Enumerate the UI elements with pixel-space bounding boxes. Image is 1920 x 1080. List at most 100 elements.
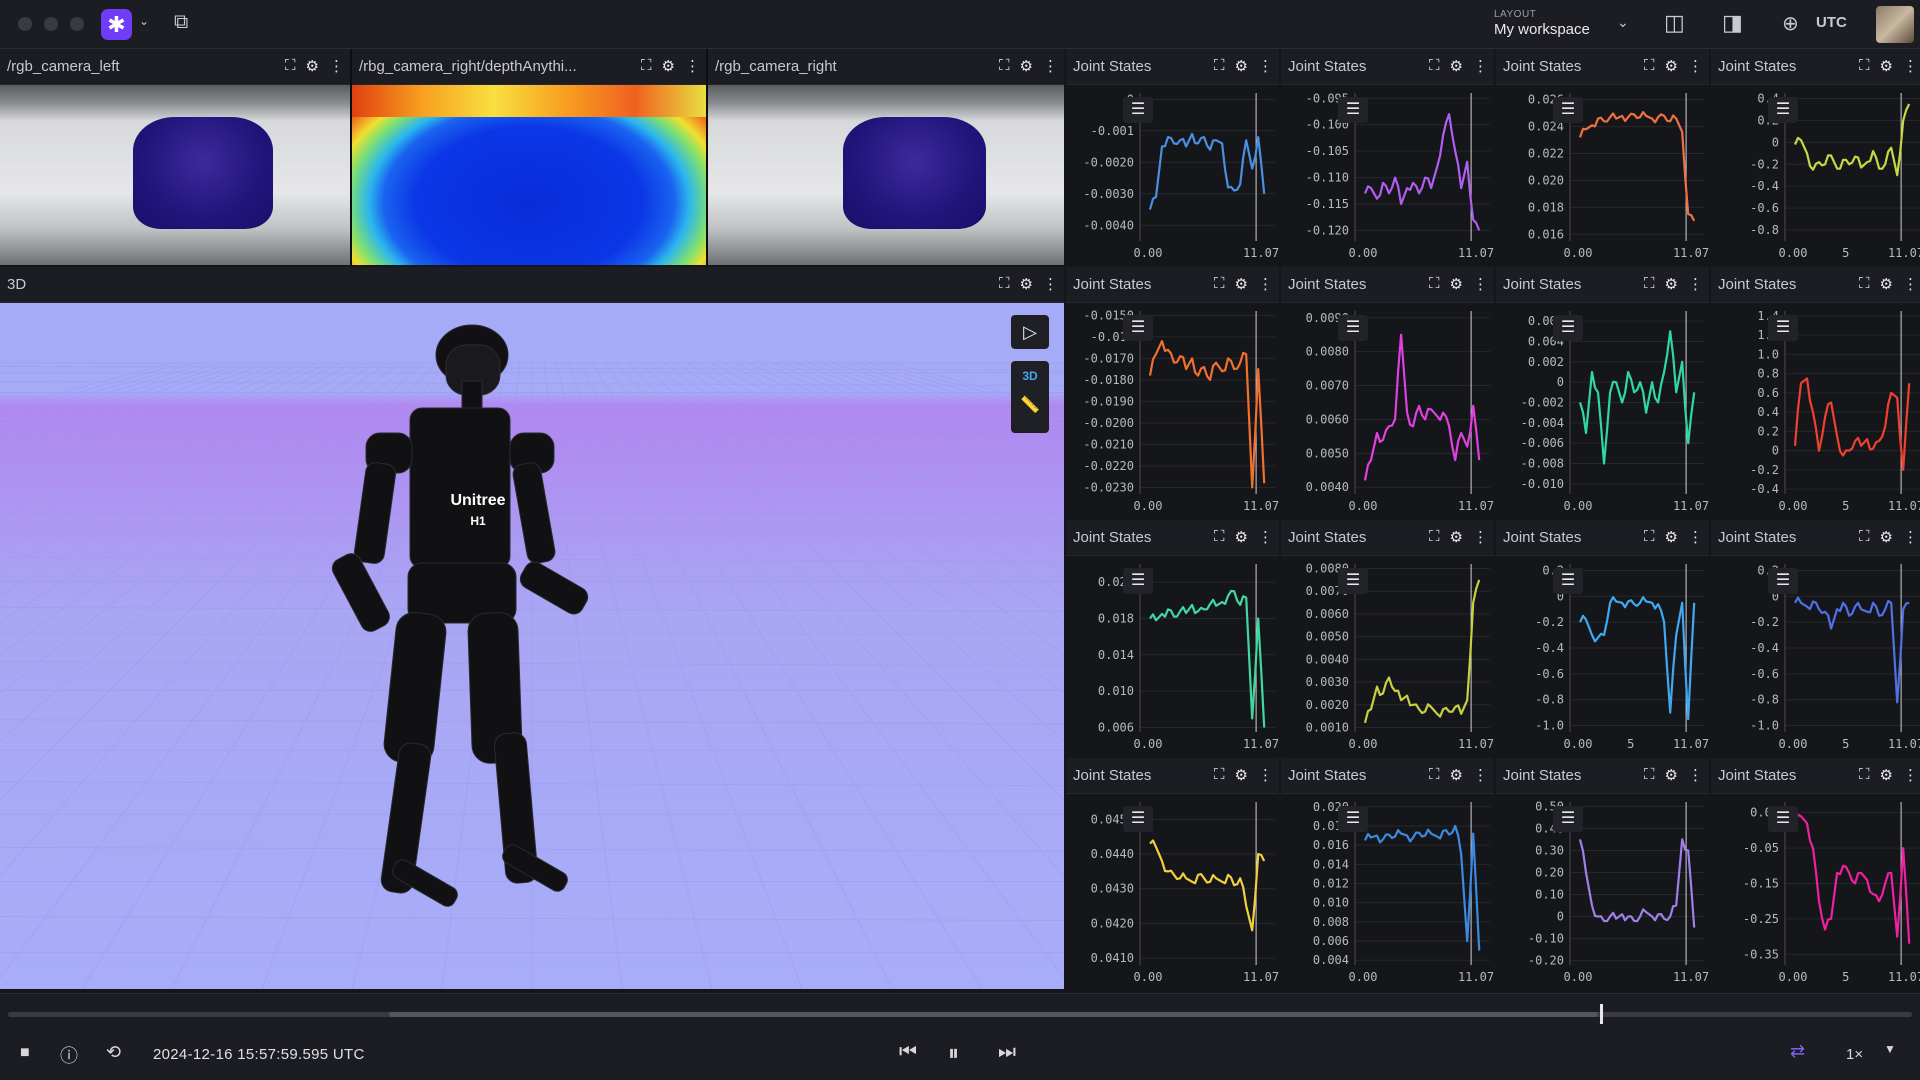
depth-image[interactable] [352,85,706,265]
ruler-icon[interactable]: 📏 [1011,395,1049,415]
fullscreen-icon[interactable]: ⛶ [1644,766,1655,784]
legend-toggle-icon[interactable]: ☰ [1553,806,1583,832]
gear-icon[interactable]: ⚙ [1020,275,1033,293]
skip-back-icon[interactable]: ⏮ [899,1041,917,1064]
plot-area[interactable]: -0.095 -0.100 -0.105 -0.110 -0.115 -0.120 0.00… [1281,85,1494,265]
legend-toggle-icon[interactable]: ☰ [1553,97,1583,123]
gear-icon[interactable]: ⚙ [1235,57,1248,75]
legend-toggle-icon[interactable]: ☰ [1123,97,1153,123]
fullscreen-icon[interactable]: ⛶ [1429,528,1440,546]
plot-area[interactable]: 0.20-0.2-0.4-0.6-0.8-1.00.00511.07☰ [1711,556,1920,756]
gear-icon[interactable]: ⚙ [1880,275,1893,293]
more-icon[interactable]: ⋮ [1043,57,1058,75]
more-icon[interactable]: ⋮ [1473,528,1488,546]
fullscreen-icon[interactable]: ⛶ [1214,275,1225,293]
pause-icon[interactable]: ⏸ [948,1040,959,1066]
window-minimize-button[interactable] [44,17,58,31]
legend-toggle-icon[interactable]: ☰ [1553,568,1583,594]
camera-image[interactable] [708,85,1064,265]
fullscreen-icon[interactable]: ⛶ [1214,528,1225,546]
plot-area[interactable]: 0.20-0.2-0.4-0.6-0.8-1.00.00511.07☰ [1496,556,1709,756]
fullscreen-icon[interactable]: ⛶ [1644,57,1655,75]
more-icon[interactable]: ⋮ [1688,275,1703,293]
left-sidebar-icon[interactable]: ◫ [1664,10,1685,36]
plot-area[interactable]: 0.022 0.018 0.014 0.010 0.006 0.00 11.07 ☰ [1066,556,1279,756]
more-icon[interactable]: ⋮ [1903,766,1918,784]
gear-icon[interactable]: ⚙ [1450,528,1463,546]
gear-icon[interactable]: ⚙ [1450,275,1463,293]
chevron-down-icon[interactable]: ⌄ [139,14,149,28]
loop-range-icon[interactable]: ⟲ [106,1042,121,1063]
gear-icon[interactable]: ⚙ [306,57,319,75]
plot-area[interactable]: 1.41.21.00.80.60.40.20-0.2-0.40.00511.07… [1711,303,1920,518]
new-window-icon[interactable]: ⧉ [174,11,188,34]
fullscreen-icon[interactable]: ⛶ [1859,57,1870,75]
fullscreen-icon[interactable]: ⛶ [1429,57,1440,75]
gear-icon[interactable]: ⚙ [1665,57,1678,75]
window-maximize-button[interactable] [70,17,84,31]
more-icon[interactable]: ⋮ [1903,275,1918,293]
gear-icon[interactable]: ⚙ [1665,528,1678,546]
more-icon[interactable]: ⋮ [329,57,344,75]
legend-toggle-icon[interactable]: ☰ [1768,97,1798,123]
more-icon[interactable]: ⋮ [1903,528,1918,546]
window-close-button[interactable] [18,17,32,31]
more-icon[interactable]: ⋮ [1043,275,1058,293]
legend-toggle-icon[interactable]: ☰ [1338,806,1368,832]
fullscreen-icon[interactable]: ⛶ [1429,275,1440,293]
legend-toggle-icon[interactable]: ☰ [1768,315,1798,341]
playhead[interactable] [1600,1004,1603,1024]
legend-toggle-icon[interactable]: ☰ [1768,568,1798,594]
3d-mode-toggle[interactable]: 3D [1011,369,1049,383]
gear-icon[interactable]: ⚙ [1020,57,1033,75]
gear-icon[interactable]: ⚙ [1665,766,1678,784]
fullscreen-icon[interactable]: ⛶ [1644,275,1655,293]
legend-toggle-icon[interactable]: ☰ [1768,806,1798,832]
more-icon[interactable]: ⋮ [1688,528,1703,546]
fullscreen-icon[interactable]: ⛶ [1644,528,1655,546]
legend-toggle-icon[interactable]: ☰ [1338,568,1368,594]
legend-toggle-icon[interactable]: ☰ [1338,315,1368,341]
fullscreen-icon[interactable]: ⛶ [1429,766,1440,784]
legend-toggle-icon[interactable]: ☰ [1123,315,1153,341]
more-icon[interactable]: ⋮ [1473,275,1488,293]
gear-icon[interactable]: ⚙ [1880,528,1893,546]
more-icon[interactable]: ⋮ [1258,528,1273,546]
more-icon[interactable]: ⋮ [1473,57,1488,75]
more-icon[interactable]: ⋮ [1258,57,1273,75]
fullscreen-icon[interactable]: ⛶ [285,57,296,75]
fullscreen-icon[interactable]: ⛶ [1859,275,1870,293]
select-tool-icon[interactable]: ▷ [1011,315,1049,349]
plot-area[interactable]: 0.020 0.018 0.016 0.014 0.012 0.010 0.008 0.006… [1281,794,1494,989]
stop-icon[interactable]: ■ [20,1044,30,1062]
plot-area[interactable]: 0.026 0.024 0.022 0.020 0.018 0.016 0.00 11.07 ☰ [1496,85,1709,265]
more-icon[interactable]: ⋮ [685,57,700,75]
loop-icon[interactable]: ⇄ [1790,1041,1805,1062]
right-sidebar-icon[interactable]: ◨ [1722,10,1743,36]
gear-icon[interactable]: ⚙ [1235,528,1248,546]
plot-area[interactable]: 0.40.20-0.2-0.4-0.6-0.80.00511.07☰ [1711,85,1920,265]
more-icon[interactable]: ⋮ [1903,57,1918,75]
gear-icon[interactable]: ⚙ [1880,57,1893,75]
legend-toggle-icon[interactable]: ☰ [1553,315,1583,341]
gear-icon[interactable]: ⚙ [1235,275,1248,293]
avatar[interactable] [1876,6,1914,43]
plot-area[interactable]: 0.05-0.05-0.15-0.25-0.350.00511.07☰ [1711,794,1920,989]
skip-forward-icon[interactable]: ⏭ [998,1041,1016,1064]
plot-area[interactable]: 0.50 0.40 0.30 0.20 0.10 0 -0.10 -0.20 0.00 11.07… [1496,794,1709,989]
plot-area[interactable]: 0-0.001-0.0020-0.0030-0.00400.0011.07☰ [1066,85,1279,265]
fullscreen-icon[interactable]: ⛶ [999,57,1010,75]
gear-icon[interactable]: ⚙ [1450,766,1463,784]
more-icon[interactable]: ⋮ [1688,57,1703,75]
fullscreen-icon[interactable]: ⛶ [1859,766,1870,784]
gear-icon[interactable]: ⚙ [1235,766,1248,784]
3d-viewport[interactable]: Unitree H1 ▷ 3D 📏 [0,303,1064,989]
gear-icon[interactable]: ⚙ [662,57,675,75]
layout-selector[interactable]: LAYOUT My workspace [1494,9,1624,41]
timeline-scrubber[interactable] [8,1004,1912,1024]
more-icon[interactable]: ⋮ [1258,275,1273,293]
fullscreen-icon[interactable]: ⛶ [999,275,1010,293]
fullscreen-icon[interactable]: ⛶ [641,57,652,75]
plot-area[interactable]: -0.0150 -0.016 -0.0170 -0.0180 -0.0190 -0.020… [1066,303,1279,518]
timezone-label[interactable]: UTC [1816,14,1847,31]
